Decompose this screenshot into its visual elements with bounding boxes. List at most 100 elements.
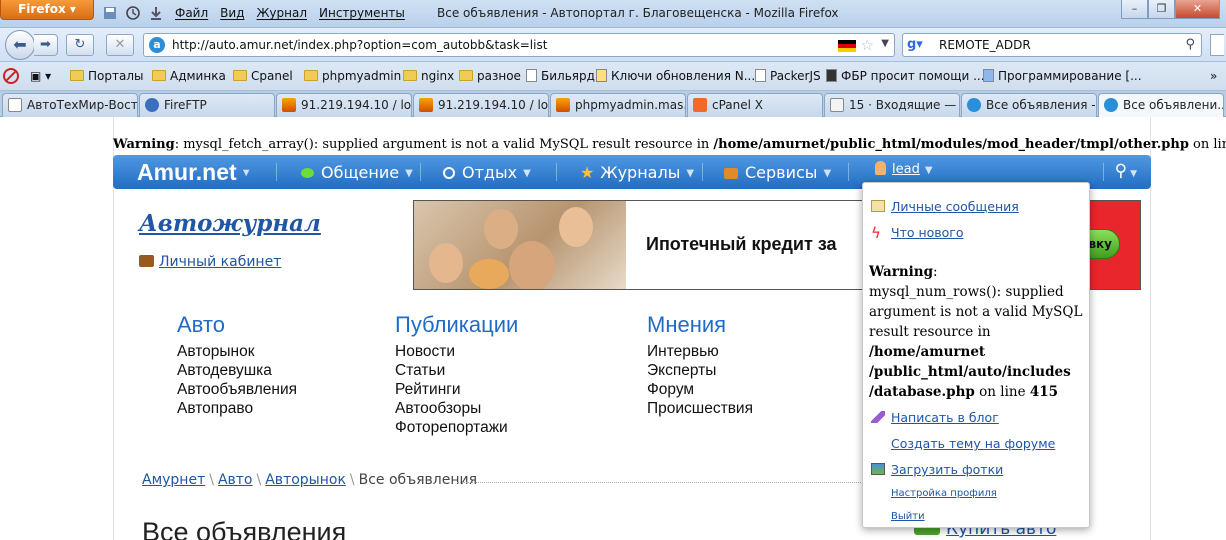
personal-cabinet[interactable]: Личный кабинет xyxy=(139,254,281,270)
menu-item-whats-new[interactable]: ϟ Что нового xyxy=(871,224,964,242)
bookmark-billiards[interactable]: Бильярд xyxy=(526,69,595,83)
minimize-button[interactable]: – xyxy=(1121,0,1148,19)
nav-divider xyxy=(702,163,703,181)
chevron-down-icon: ▼ xyxy=(1130,169,1137,179)
link-articles[interactable]: Статьи xyxy=(395,361,508,380)
journal-title-link[interactable]: Автожурнал xyxy=(139,210,321,237)
link-avtoobyavleniya[interactable]: Автообъявления xyxy=(177,380,297,399)
save-icon[interactable] xyxy=(102,6,118,20)
stop-button[interactable]: ✕ xyxy=(106,34,134,56)
menu-view[interactable]: Вид xyxy=(220,6,244,20)
breadcrumb-current: Все объявления xyxy=(358,472,477,488)
nav-services[interactable]: Сервисы ▼ xyxy=(724,163,831,182)
menu-item-logout[interactable]: Выйти xyxy=(871,511,925,522)
site-identity-icon[interactable]: a xyxy=(149,37,165,53)
bookmark-star-icon[interactable]: ☆ xyxy=(861,36,874,54)
menu-item-profile-settings[interactable]: Настройка профиля xyxy=(871,488,997,499)
addon-icon[interactable] xyxy=(1210,34,1224,56)
history-icon[interactable] xyxy=(125,6,141,20)
url-input[interactable]: http://auto.amur.net/index.php?option=co… xyxy=(172,38,547,52)
google-icon[interactable]: g▾ xyxy=(907,37,925,53)
chevron-down-icon: ▼ xyxy=(523,168,531,179)
link-photo-reports[interactable]: Фоторепортажи xyxy=(395,418,508,437)
bookmark-portals[interactable]: Порталы xyxy=(70,69,143,83)
link-news[interactable]: Новости xyxy=(395,342,508,361)
bookmark-packerjs[interactable]: PackerJS xyxy=(755,69,821,83)
bookmarks-menu-icon[interactable]: ▣ ▾ xyxy=(30,69,51,83)
search-input[interactable]: REMOTE_ADDR xyxy=(939,38,1031,52)
category-heading-auto[interactable]: Авто xyxy=(177,312,225,338)
pencil-icon xyxy=(871,411,885,423)
noscript-icon[interactable] xyxy=(3,68,19,84)
bookmark-phpmyadmin[interactable]: phpmyadmin xyxy=(304,69,401,83)
tab-pma-2[interactable]: 91.219.194.10 / loc... xyxy=(413,93,549,117)
briefcase-icon xyxy=(139,255,154,267)
nav-journals[interactable]: ★ Журналы ▼ xyxy=(580,163,694,182)
bookmark-fbi[interactable]: ФБР просит помощи ... xyxy=(826,69,985,83)
reload-icon: ↻ xyxy=(74,37,86,52)
nav-leisure[interactable]: Отдых ▼ xyxy=(443,163,531,182)
menu-file[interactable]: Файл xyxy=(175,6,208,20)
nav-communication[interactable]: Общение ▼ xyxy=(301,163,413,182)
menu-bar: Файл Вид Журнал Инструменты xyxy=(175,6,405,20)
bookmark-nginx[interactable]: nginx xyxy=(403,69,454,83)
breadcrumb-avtorynok[interactable]: Авторынок xyxy=(265,472,346,488)
link-incidents[interactable]: Происшествия xyxy=(647,399,753,418)
reload-button[interactable]: ↻ xyxy=(66,34,94,56)
woman-face xyxy=(484,209,518,249)
bookmark-programming[interactable]: Программирование [... xyxy=(983,69,1142,83)
bookmark-admin[interactable]: Админка xyxy=(152,69,226,83)
search-icon[interactable]: ⚲ ▼ xyxy=(1115,161,1137,181)
german-flag-icon[interactable] xyxy=(838,40,856,52)
firefox-menu-button[interactable]: Firefox ▾ xyxy=(0,0,94,20)
menu-item-create-topic[interactable]: Создать тему на форуме xyxy=(871,436,1055,451)
bookmark-misc[interactable]: разное xyxy=(459,69,521,83)
tab-cpanel[interactable]: cPanel X xyxy=(687,93,823,117)
site-logo[interactable]: Amur.net ▼ xyxy=(137,159,252,186)
link-avtopravo[interactable]: Автоправо xyxy=(177,399,297,418)
tab-pma-3[interactable]: phpmyadmin.mas... xyxy=(550,93,686,117)
link-forum[interactable]: Форум xyxy=(647,380,753,399)
url-bar[interactable]: a http://auto.amur.net/index.php?option=… xyxy=(143,33,895,57)
tab-fireftp[interactable]: FireFTP xyxy=(139,93,275,117)
bookmarks-overflow-icon[interactable]: » xyxy=(1210,69,1217,83)
tab-pma-1[interactable]: 91.219.194.10 / loc... xyxy=(276,93,412,117)
link-reviews[interactable]: Автообзоры xyxy=(395,399,508,418)
banner-text: Ипотечный кредит за xyxy=(646,234,837,254)
category-heading-opinions[interactable]: Мнения xyxy=(647,312,726,338)
link-avtodevushka[interactable]: Автодевушка xyxy=(177,361,297,380)
girl-face xyxy=(559,207,593,247)
cpanel-icon xyxy=(693,98,707,112)
folder-icon xyxy=(304,70,318,81)
breadcrumb-amurnet[interactable]: Амурнет xyxy=(142,472,205,488)
nav-user-menu[interactable]: lead ▼ xyxy=(875,161,933,183)
menu-tools[interactable]: Инструменты xyxy=(319,6,405,20)
bookmarks-toolbar: ▣ ▾ Порталы Админка Cpanel phpmyadmin ng… xyxy=(0,62,1226,91)
tab-ads-active[interactable]: Все объявлени... xyxy=(1098,93,1224,117)
forward-button[interactable]: ➡ xyxy=(34,34,58,56)
magnifier-icon[interactable]: ⚲ xyxy=(1185,37,1195,52)
category-heading-publications[interactable]: Публикации xyxy=(395,312,518,338)
tab-inbox[interactable]: 15 · Входящие — ... xyxy=(824,93,960,117)
download-icon[interactable] xyxy=(148,6,164,20)
briefcase-icon xyxy=(724,168,738,179)
bookmark-keys[interactable]: Ключи обновления N... xyxy=(596,69,755,83)
back-button[interactable]: ⬅ xyxy=(5,30,35,60)
link-interview[interactable]: Интервью xyxy=(647,342,753,361)
tab-ads-1[interactable]: Все объявления - ... xyxy=(961,93,1097,117)
tab-avtotehmir[interactable]: АвтоТехМир-Вост... xyxy=(2,93,138,117)
bookmark-cpanel[interactable]: Cpanel xyxy=(233,69,293,83)
link-ratings[interactable]: Рейтинги xyxy=(395,380,508,399)
menu-item-upload-photos[interactable]: Загрузить фотки xyxy=(871,462,1003,477)
link-experts[interactable]: Эксперты xyxy=(647,361,753,380)
menu-history[interactable]: Журнал xyxy=(256,6,307,20)
link-avtorynok[interactable]: Авторынок xyxy=(177,342,297,361)
menu-item-write-blog[interactable]: Написать в блог xyxy=(871,410,999,425)
family-photo xyxy=(414,201,626,289)
maximize-button[interactable]: ❐ xyxy=(1148,0,1175,19)
close-window-button[interactable]: ✕ xyxy=(1175,0,1220,19)
search-bar[interactable]: g▾ REMOTE_ADDR ⚲ xyxy=(902,33,1202,57)
breadcrumb-auto[interactable]: Авто xyxy=(218,472,253,488)
menu-item-messages[interactable]: Личные сообщения xyxy=(871,199,1019,214)
url-dropdown-icon[interactable]: ▼ xyxy=(881,38,889,49)
